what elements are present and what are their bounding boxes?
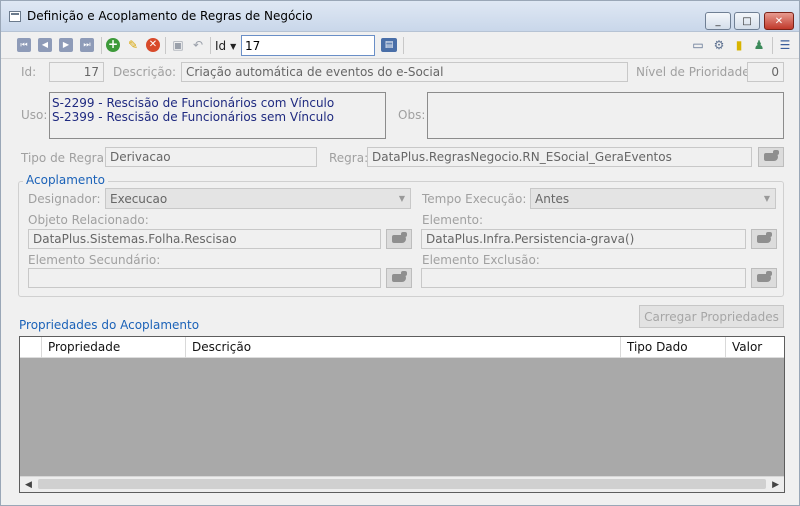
main-window: Definição e Acoplamento de Regras de Neg… <box>0 0 800 506</box>
objeto-lookup-button[interactable] <box>386 229 412 249</box>
window-icon <box>9 11 21 22</box>
id-label: Id: <box>21 65 37 79</box>
exclusao-lookup-button[interactable] <box>751 268 777 288</box>
panel-icon[interactable]: ☰ <box>778 38 792 52</box>
descricao-label: Descrição: <box>113 65 177 79</box>
save-icon[interactable]: ▣ <box>171 38 185 52</box>
secundario-lookup-button[interactable] <box>386 268 412 288</box>
next-record-icon[interactable]: ▶ <box>59 38 73 52</box>
secundario-label: Elemento Secundário: <box>28 253 161 267</box>
prioridade-label: Nível de Prioridade: <box>636 65 754 79</box>
descricao-field[interactable]: Criação automática de eventos do e-Socia… <box>181 62 628 82</box>
hand-pointer-icon <box>764 150 779 161</box>
chevron-down-icon: ▼ <box>763 194 770 203</box>
undo-icon[interactable]: ↶ <box>191 38 205 52</box>
hand-pointer-icon <box>392 271 407 282</box>
obs-field[interactable] <box>427 92 784 139</box>
column-propriedade[interactable]: Propriedade <box>41 337 185 358</box>
column-valor[interactable]: Valor <box>725 337 784 358</box>
search-field-label: Id <box>215 39 227 53</box>
scroll-right-icon[interactable]: ▶ <box>772 480 779 490</box>
carregar-propriedades-button[interactable]: Carregar Propriedades <box>639 305 784 328</box>
hand-pointer-icon <box>757 271 772 282</box>
export-icon[interactable]: ▭ <box>691 38 705 52</box>
toolbar-separator <box>772 37 773 54</box>
toolbar: ⏮ ◀ ▶ ⏭ + ✎ ✕ ▣ ↶ Id ▼ ▤ ▭ ⚙ ▮ ♟ ☰ <box>1 32 799 59</box>
edit-icon[interactable]: ✎ <box>126 38 140 52</box>
search-input[interactable] <box>241 35 375 56</box>
horizontal-scrollbar[interactable]: ◀ ▶ <box>20 476 784 492</box>
exclusao-label: Elemento Exclusão: <box>422 253 540 267</box>
toolbar-separator <box>165 37 166 54</box>
tipo-regra-label: Tipo de Regra: <box>21 151 109 165</box>
search-field-selector[interactable]: Id ▼ <box>215 37 236 55</box>
elemento-field[interactable]: DataPlus.Infra.Persistencia-grava() <box>421 229 746 249</box>
designador-value: Execucao <box>110 192 168 206</box>
acoplamento-title: Acoplamento <box>23 173 108 187</box>
regra-field[interactable]: DataPlus.RegrasNegocio.RN_ESocial_GeraEv… <box>367 147 752 167</box>
uso-label: Uso: <box>21 108 48 122</box>
tempo-label: Tempo Execução: <box>422 192 527 206</box>
obs-label: Obs: <box>398 108 426 122</box>
hand-pointer-icon <box>757 232 772 243</box>
hand-pointer-icon <box>392 232 407 243</box>
maximize-button[interactable]: □ <box>734 12 760 30</box>
tempo-select[interactable]: Antes ▼ <box>530 188 776 209</box>
secundario-field[interactable] <box>28 268 381 288</box>
grid-header: Propriedade Descrição Tipo Dado Valor <box>20 337 784 358</box>
uso-list[interactable]: S-2299 - Rescisão de Funcionários com Ví… <box>49 92 386 139</box>
previous-record-icon[interactable]: ◀ <box>38 38 52 52</box>
first-record-icon[interactable]: ⏮ <box>17 38 31 52</box>
toolbar-separator <box>101 37 102 54</box>
minimize-button[interactable]: _ <box>705 12 731 30</box>
delete-icon[interactable]: ✕ <box>146 38 160 52</box>
title-bar: Definição e Acoplamento de Regras de Neg… <box>1 1 799 32</box>
user-icon[interactable]: ♟ <box>752 38 766 52</box>
exclusao-field[interactable] <box>421 268 746 288</box>
chevron-down-icon: ▼ <box>398 194 405 203</box>
chevron-down-icon: ▼ <box>230 41 237 51</box>
last-record-icon[interactable]: ⏭ <box>80 38 94 52</box>
column-descricao[interactable]: Descrição <box>185 337 620 358</box>
regra-lookup-button[interactable] <box>758 147 784 167</box>
tempo-value: Antes <box>535 192 570 206</box>
scroll-left-icon[interactable]: ◀ <box>25 480 32 490</box>
search-go-icon[interactable]: ▤ <box>381 38 397 52</box>
objeto-field[interactable]: DataPlus.Sistemas.Folha.Rescisao <box>28 229 381 249</box>
row-selector-header <box>20 337 41 358</box>
column-tipo-dado[interactable]: Tipo Dado <box>620 337 725 358</box>
close-button[interactable]: ✕ <box>764 12 794 30</box>
elemento-label: Elemento: <box>422 213 484 227</box>
elemento-lookup-button[interactable] <box>751 229 777 249</box>
id-field[interactable]: 17 <box>49 62 104 82</box>
objeto-label: Objeto Relacionado: <box>28 213 149 227</box>
tipo-regra-field[interactable]: Derivacao <box>105 147 317 167</box>
toolbar-separator <box>210 37 211 54</box>
propriedades-title: Propriedades do Acoplamento <box>19 318 200 332</box>
uso-item: S-2399 - Rescisão de Funcionários sem Ví… <box>52 110 334 124</box>
regra-label: Regra: <box>329 151 369 165</box>
settings-icon[interactable]: ⚙ <box>712 38 726 52</box>
uso-item: S-2299 - Rescisão de Funcionários com Ví… <box>52 96 335 110</box>
toolbar-separator <box>403 37 404 54</box>
designador-select[interactable]: Execucao ▼ <box>105 188 411 209</box>
add-icon[interactable]: + <box>106 38 120 52</box>
window-title: Definição e Acoplamento de Regras de Neg… <box>27 9 313 23</box>
propriedades-grid[interactable]: Propriedade Descrição Tipo Dado Valor ◀ … <box>19 336 785 493</box>
scrollbar-thumb[interactable] <box>38 479 766 489</box>
marker-icon[interactable]: ▮ <box>732 38 746 52</box>
designador-label: Designador: <box>28 192 101 206</box>
prioridade-field[interactable]: 0 <box>747 62 784 82</box>
